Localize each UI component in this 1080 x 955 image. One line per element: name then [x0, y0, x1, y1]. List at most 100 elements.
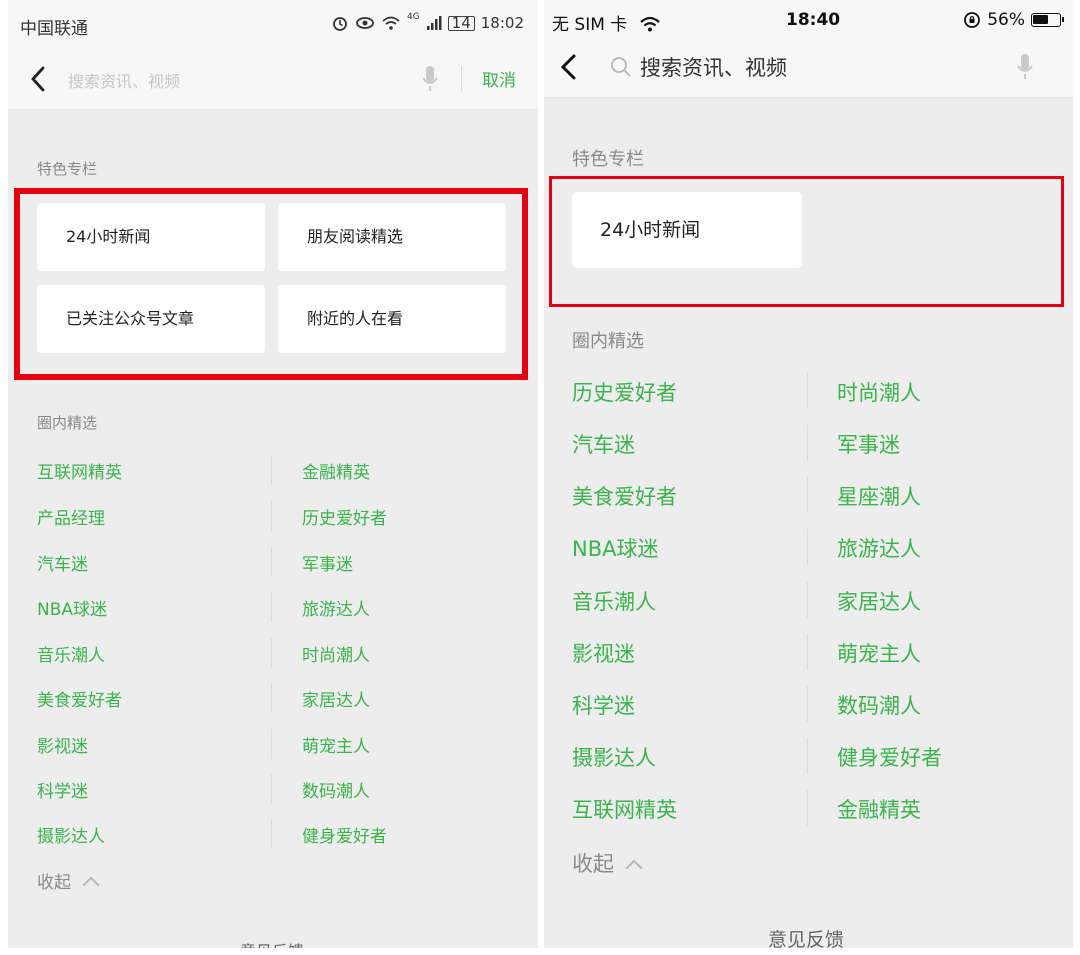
circle-item[interactable]: 金融精英 — [302, 458, 370, 483]
eye-icon — [356, 17, 374, 29]
circle-item[interactable]: 萌宠主人 — [302, 732, 370, 757]
circle-item[interactable]: 萌宠主人 — [837, 638, 921, 668]
lock-rotation-icon — [964, 12, 981, 28]
circle-item[interactable]: 历史爱好者 — [302, 504, 387, 529]
divider — [271, 638, 272, 668]
circle-item[interactable]: 产品经理 — [37, 504, 105, 529]
battery-icon — [1031, 13, 1064, 27]
circle-item[interactable]: 汽车迷 — [572, 429, 635, 459]
collapse-button[interactable]: 收起 — [572, 848, 643, 878]
chevron-up-icon — [625, 859, 643, 877]
highlight-box — [549, 176, 1064, 307]
carrier-label: 中国联通 — [20, 19, 88, 39]
divider — [807, 373, 808, 409]
circle-item[interactable]: 汽车迷 — [37, 550, 88, 575]
circle-item[interactable]: 美食爱好者 — [572, 481, 677, 511]
divider — [271, 455, 272, 485]
back-chevron-icon[interactable] — [26, 62, 50, 96]
divider — [271, 729, 272, 759]
circle-item[interactable]: 时尚潮人 — [837, 377, 921, 407]
divider — [271, 501, 272, 531]
circle-item[interactable]: 健身爱好者 — [837, 742, 942, 772]
search-input[interactable]: 搜索资讯、视频 — [640, 52, 787, 82]
divider — [271, 592, 272, 622]
circle-item[interactable]: 互联网精英 — [572, 794, 677, 824]
divider — [807, 529, 808, 565]
wifi-icon — [639, 16, 660, 32]
circle-item[interactable]: 科学迷 — [572, 690, 635, 720]
divider — [271, 774, 272, 804]
circle-item[interactable]: NBA球迷 — [572, 533, 658, 563]
circle-item[interactable]: 历史爱好者 — [572, 377, 677, 407]
circle-item[interactable]: 家居达人 — [837, 586, 921, 616]
circles-section-title: 圈内精选 — [37, 414, 98, 432]
network-type: 4G — [406, 12, 420, 22]
divider — [807, 790, 808, 826]
mic-icon[interactable] — [1016, 52, 1034, 82]
carrier-text: 无 SIM 卡 — [552, 15, 628, 35]
search-input[interactable]: 搜索资讯、视频 — [68, 68, 180, 92]
divider — [271, 683, 272, 713]
search-icon — [611, 57, 631, 77]
divider — [807, 582, 808, 618]
status-icons: 56% — [963, 10, 1064, 30]
circle-item[interactable]: NBA球迷 — [37, 595, 107, 620]
circle-item[interactable]: 金融精英 — [837, 794, 921, 824]
featured-section-title: 特色专栏 — [37, 160, 98, 178]
divider — [271, 547, 272, 577]
collapse-label: 收起 — [572, 852, 614, 876]
chevron-up-icon — [82, 876, 100, 894]
circle-item[interactable]: 影视迷 — [37, 732, 88, 757]
time: 18:40 — [786, 10, 841, 30]
circle-item[interactable]: 军事迷 — [302, 550, 353, 575]
circle-item[interactable]: 科学迷 — [37, 777, 88, 802]
circle-item[interactable]: 互联网精英 — [37, 458, 122, 483]
collapse-button[interactable]: 收起 — [37, 868, 100, 894]
circle-item[interactable]: 摄影达人 — [572, 742, 656, 772]
divider — [807, 477, 808, 513]
circle-item[interactable]: 旅游达人 — [302, 595, 370, 620]
carrier-label: 无 SIM 卡 — [552, 10, 661, 35]
circles-section-title: 圈内精选 — [572, 331, 644, 352]
featured-section-title: 特色专栏 — [572, 149, 644, 170]
divider — [807, 738, 808, 774]
status-icons: 4G 14 18:02 — [331, 12, 524, 32]
circle-item[interactable]: 美食爱好者 — [37, 686, 122, 711]
back-chevron-icon[interactable] — [556, 50, 582, 84]
time: 18:02 — [480, 14, 524, 32]
battery-icon: 14 — [447, 15, 475, 31]
circle-item[interactable]: 军事迷 — [837, 429, 900, 459]
circle-item[interactable]: 音乐潮人 — [572, 586, 656, 616]
wifi-icon — [382, 16, 400, 30]
mic-icon[interactable] — [421, 64, 439, 94]
circle-item[interactable]: 家居达人 — [302, 686, 370, 711]
ios-search-screen: 无 SIM 卡 18:40 56% 搜索资讯、视频 特色专栏 24小时新闻 圈内… — [544, 0, 1073, 948]
circle-item[interactable]: 健身爱好者 — [302, 822, 387, 847]
divider — [461, 66, 462, 92]
feedback-link[interactable]: 意见反馈 — [768, 925, 844, 948]
android-search-screen: 中国联通 4G 14 18:02 搜索资讯、视频 取消 特色专栏 24小时新闻 … — [8, 0, 538, 948]
circle-item[interactable]: 星座潮人 — [837, 481, 921, 511]
divider — [807, 686, 808, 722]
top-bar: 无 SIM 卡 18:40 56% 搜索资讯、视频 — [544, 0, 1073, 98]
circle-item[interactable]: 音乐潮人 — [37, 641, 105, 666]
divider — [807, 634, 808, 670]
status-bar: 中国联通 4G 14 18:02 — [8, 0, 538, 50]
divider — [271, 819, 272, 849]
alarm-icon — [333, 17, 347, 31]
feedback-link[interactable]: 意见反馈 — [240, 938, 304, 948]
highlight-box — [14, 188, 528, 380]
divider — [807, 425, 808, 461]
circle-item[interactable]: 数码潮人 — [837, 690, 921, 720]
cancel-button[interactable]: 取消 — [482, 66, 516, 91]
circle-item[interactable]: 旅游达人 — [837, 533, 921, 563]
circle-item[interactable]: 影视迷 — [572, 638, 635, 668]
collapse-label: 收起 — [37, 873, 71, 893]
circle-item[interactable]: 摄影达人 — [37, 822, 105, 847]
circle-item[interactable]: 时尚潮人 — [302, 641, 370, 666]
search-bar: 搜索资讯、视频 取消 — [8, 50, 538, 110]
signal-icon — [426, 16, 442, 30]
battery-percent: 56% — [987, 10, 1025, 30]
circle-item[interactable]: 数码潮人 — [302, 777, 370, 802]
comparison-screenshot: 中国联通 4G 14 18:02 搜索资讯、视频 取消 特色专栏 24小时新闻 … — [0, 0, 1080, 955]
